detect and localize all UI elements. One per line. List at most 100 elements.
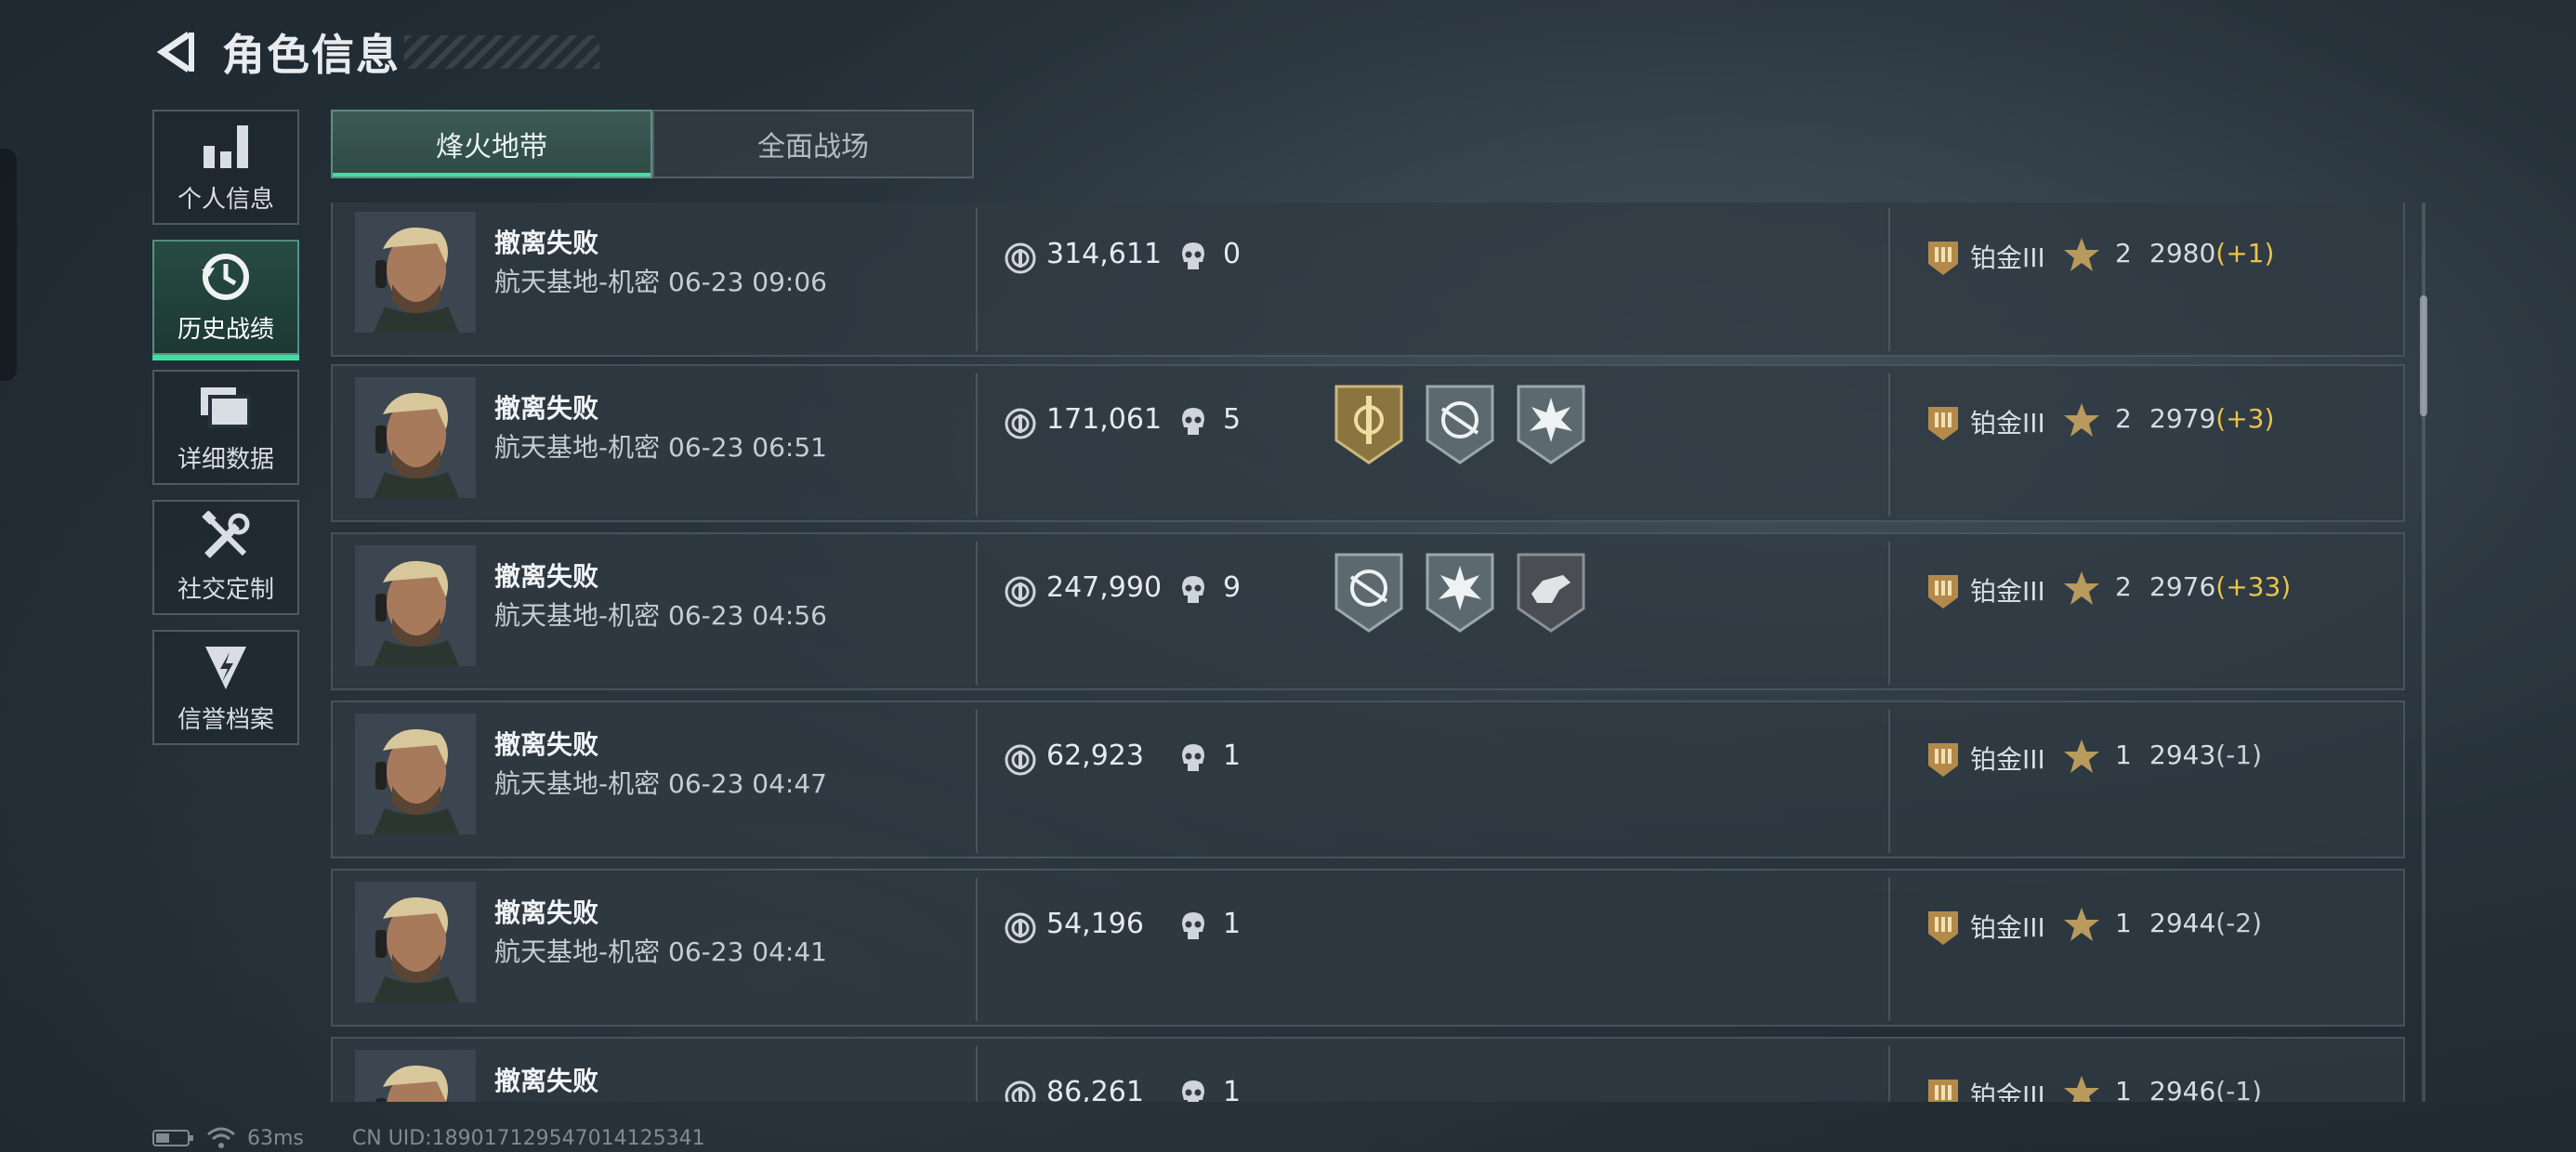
rank-label: 铂金III bbox=[1970, 408, 2045, 439]
match-time: 06-23 09:06 bbox=[668, 267, 827, 297]
cycle-medal-icon[interactable] bbox=[1333, 553, 1405, 633]
sidebar-item-label: 信誉档案 bbox=[177, 705, 274, 734]
burst-medal-icon[interactable] bbox=[1515, 385, 1587, 465]
match-row[interactable]: 撤离失败 航天基地-机密 06-23 09:06 314,611 0 铂金III… bbox=[331, 203, 2405, 357]
match-map: 航天基地-机密 bbox=[494, 600, 661, 631]
star-count: 2 bbox=[2115, 238, 2132, 268]
score-delta: (-1) bbox=[2215, 740, 2263, 770]
match-row[interactable]: 撤离失败 航天基地-机密 06-23 06:51 171,061 5 铂金III… bbox=[331, 364, 2405, 522]
row-divider bbox=[976, 878, 978, 1021]
cycle-medal-icon[interactable] bbox=[1424, 385, 1496, 465]
row-divider bbox=[1888, 373, 1890, 517]
tab-full-battlefield[interactable]: 全面战场 bbox=[652, 110, 974, 178]
bar-chart-icon bbox=[198, 121, 254, 173]
sidebar-item-social-custom[interactable]: 社交定制 bbox=[152, 500, 299, 615]
tab-hazard-zone[interactable]: 烽火地带 bbox=[331, 110, 652, 178]
rank-badge-icon bbox=[1928, 242, 1958, 275]
rank-badge-icon bbox=[1928, 1080, 1958, 1102]
operator-avatar bbox=[355, 377, 476, 498]
wrench-screwdriver-icon bbox=[198, 510, 254, 563]
kill-count: 5 bbox=[1223, 403, 1242, 436]
burst-medal-icon[interactable] bbox=[1424, 553, 1496, 633]
value-coin-icon bbox=[1005, 744, 1036, 776]
sidebar-item-credit-record[interactable]: 信誉档案 bbox=[152, 630, 299, 745]
star-count: 1 bbox=[2115, 740, 2132, 770]
value-coin-icon bbox=[1005, 242, 1036, 274]
kill-skull-icon bbox=[1182, 576, 1204, 603]
sidebar-item-label: 详细数据 bbox=[177, 445, 274, 474]
match-result: 撤离失败 bbox=[494, 561, 599, 592]
gold-medal-icon[interactable] bbox=[1333, 385, 1405, 465]
match-map-time: 航天基地-机密 06-23 04:56 bbox=[494, 596, 827, 633]
rank-star-icon bbox=[2064, 908, 2099, 941]
match-row[interactable]: 撤离失败 86,261 1 铂金III 1 2946(-1) bbox=[331, 1037, 2405, 1102]
rank-badge-icon bbox=[1928, 575, 1958, 609]
star-count: 2 bbox=[2115, 571, 2132, 602]
row-divider bbox=[976, 373, 978, 517]
score-value: 2944 bbox=[2149, 908, 2216, 938]
sidebar-item-label: 历史战绩 bbox=[177, 315, 274, 344]
score-delta: (+33) bbox=[2215, 571, 2292, 602]
match-map-time: 航天基地-机密 06-23 04:41 bbox=[494, 932, 827, 969]
rank-star-icon bbox=[2064, 238, 2099, 271]
sidebar-item-detailed-data[interactable]: 详细数据 bbox=[152, 370, 299, 485]
kill-skull-icon bbox=[1182, 408, 1204, 435]
rank-star-icon bbox=[2064, 1076, 2099, 1102]
rank-score: 2944(-2) bbox=[2149, 908, 2262, 938]
match-row[interactable]: 撤离失败 航天基地-机密 06-23 04:41 54,196 1 铂金III … bbox=[331, 869, 2405, 1027]
page-header: 角色信息 bbox=[153, 24, 599, 80]
uid-text: CN UID:18901712954701412534​1 bbox=[351, 1126, 705, 1150]
match-history-list[interactable]: 撤离失败 航天基地-机密 06-23 09:06 314,611 0 铂金III… bbox=[331, 203, 2405, 1102]
rank-label: 铂金III bbox=[1970, 1080, 2045, 1102]
kill-count: 0 bbox=[1223, 238, 1242, 270]
score-delta: (-2) bbox=[2215, 908, 2263, 938]
page-title: 角色信息 bbox=[222, 30, 401, 80]
status-bar: 63ms CN UID:18901712954701412534​1 bbox=[152, 1124, 705, 1152]
score-value: 2976 bbox=[2149, 571, 2216, 602]
star-count: 1 bbox=[2115, 908, 2132, 938]
extract-value: 171,061 bbox=[1046, 403, 1163, 436]
sidebar-item-label: 个人信息 bbox=[177, 185, 274, 214]
rank-label: 铂金III bbox=[1970, 912, 2045, 943]
battery-icon bbox=[152, 1130, 193, 1146]
match-time: 06-23 04:41 bbox=[668, 936, 827, 967]
row-divider bbox=[976, 542, 978, 685]
match-time: 06-23 06:51 bbox=[668, 432, 827, 463]
match-result: 撤离失败 bbox=[494, 393, 599, 424]
kill-skull-icon bbox=[1182, 744, 1204, 771]
left-edge-handle bbox=[0, 149, 17, 381]
value-coin-icon bbox=[1005, 912, 1036, 944]
operator-avatar bbox=[355, 882, 476, 1002]
wifi-icon bbox=[207, 1127, 235, 1148]
match-row[interactable]: 撤离失败 航天基地-机密 06-23 04:56 247,990 9 铂金III… bbox=[331, 532, 2405, 690]
match-result: 撤离失败 bbox=[494, 897, 599, 928]
score-delta: (-1) bbox=[2215, 1076, 2263, 1102]
rank-score: 2980(+1) bbox=[2149, 238, 2274, 268]
match-map: 航天基地-机密 bbox=[494, 936, 661, 967]
list-scrollbar-thumb[interactable] bbox=[2420, 295, 2427, 416]
match-time: 06-23 04:56 bbox=[668, 600, 827, 631]
score-value: 2943 bbox=[2149, 740, 2216, 770]
row-divider bbox=[1888, 542, 1890, 685]
back-arrow-icon[interactable] bbox=[153, 29, 200, 75]
mode-tabs: 烽火地带 全面战场 bbox=[331, 110, 974, 178]
score-delta: (+1) bbox=[2215, 238, 2275, 268]
row-divider bbox=[1888, 710, 1890, 853]
rank-star-icon bbox=[2064, 403, 2099, 437]
score-value: 2946 bbox=[2149, 1076, 2216, 1102]
folders-icon bbox=[198, 381, 254, 433]
sidebar-item-history[interactable]: 历史战绩 bbox=[152, 240, 299, 360]
operator-avatar bbox=[355, 713, 476, 834]
rank-score: 2943(-1) bbox=[2149, 740, 2262, 770]
rank-score: 2976(+33) bbox=[2149, 571, 2291, 602]
match-map-time: 航天基地-机密 06-23 06:51 bbox=[494, 427, 827, 465]
match-result: 撤离失败 bbox=[494, 1066, 599, 1096]
score-delta: (+3) bbox=[2215, 403, 2275, 434]
extract-value: 247,990 bbox=[1046, 571, 1163, 604]
sidebar-item-personal-info[interactable]: 个人信息 bbox=[152, 110, 299, 225]
score-value: 2980 bbox=[2149, 238, 2216, 268]
hand-medal-icon[interactable] bbox=[1515, 553, 1587, 633]
match-row[interactable]: 撤离失败 航天基地-机密 06-23 04:47 62,923 1 铂金III … bbox=[331, 700, 2405, 858]
match-time: 06-23 04:47 bbox=[668, 768, 827, 799]
operator-avatar bbox=[355, 545, 476, 666]
